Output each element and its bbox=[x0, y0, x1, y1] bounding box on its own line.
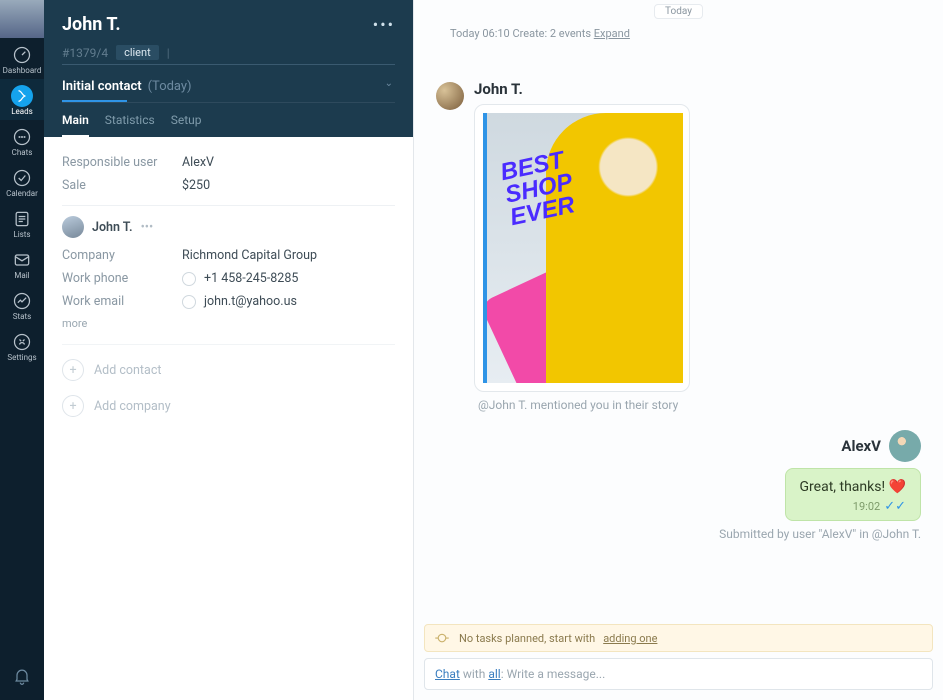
nav-dashboard[interactable]: Dashboard bbox=[0, 38, 44, 79]
nav-label: Stats bbox=[13, 312, 31, 321]
add-contact-label: Add contact bbox=[94, 363, 161, 378]
message-time: 19:02 bbox=[853, 500, 880, 513]
nav-lists[interactable]: Lists bbox=[0, 202, 44, 243]
add-task-link[interactable]: adding one bbox=[603, 632, 657, 645]
check-circle-icon bbox=[11, 167, 33, 189]
nav-label: Chats bbox=[12, 148, 33, 157]
field-label: Company bbox=[62, 248, 182, 263]
field-label: Responsible user bbox=[62, 155, 182, 170]
workspace-avatar[interactable] bbox=[0, 0, 44, 38]
nav-stats[interactable]: Stats bbox=[0, 284, 44, 325]
message-submitted-caption: Submitted by user "AlexV" in @John T. bbox=[719, 527, 921, 541]
field-label: Sale bbox=[62, 178, 182, 193]
mail-icon bbox=[11, 249, 33, 271]
contact-name[interactable]: John T. bbox=[92, 220, 133, 235]
responsible-user-value[interactable]: AlexV bbox=[182, 155, 214, 170]
nav-rail: Dashboard Leads Chats Calendar Lists Mai… bbox=[0, 0, 44, 700]
lead-id: #1379/4 bbox=[62, 46, 108, 60]
chat-icon bbox=[11, 126, 33, 148]
lead-detail-panel: John T. ••• #1379/4 client | Initial con… bbox=[44, 0, 414, 700]
composer-placeholder: : Write a message... bbox=[501, 667, 606, 681]
message-composer[interactable]: Chat with all: Write a message... bbox=[424, 658, 933, 690]
chat-date-separator: Today bbox=[414, 0, 943, 19]
lead-body: Responsible user AlexV Sale $250 John T.… bbox=[44, 137, 413, 431]
add-contact-button[interactable]: + Add contact bbox=[62, 344, 395, 381]
nav-label: Leads bbox=[11, 107, 33, 116]
contact-section: John T. ••• Company Richmond Capital Gro… bbox=[62, 205, 395, 330]
stage-when: (Today) bbox=[148, 79, 192, 94]
plus-icon: + bbox=[62, 395, 84, 417]
plus-icon: + bbox=[62, 359, 84, 381]
lead-name: John T. bbox=[62, 14, 121, 35]
field-label: Work email bbox=[62, 294, 182, 309]
sender-avatar[interactable] bbox=[436, 82, 464, 110]
story-caption: @John T. mentioned you in their story bbox=[478, 398, 921, 412]
email-action-icon[interactable] bbox=[182, 295, 196, 309]
leads-icon bbox=[11, 85, 33, 107]
story-attachment[interactable]: BESTSHOPEVER bbox=[474, 104, 690, 392]
add-company-label: Add company bbox=[94, 399, 171, 414]
contact-menu-button[interactable]: ••• bbox=[141, 220, 154, 235]
settings-icon bbox=[11, 331, 33, 353]
task-bar-text: No tasks planned, start with bbox=[459, 632, 595, 645]
list-icon bbox=[11, 208, 33, 230]
work-email-value[interactable]: john.t@yahoo.us bbox=[182, 294, 297, 309]
nav-chats[interactable]: Chats bbox=[0, 120, 44, 161]
composer-recipient-all[interactable]: all bbox=[488, 667, 500, 681]
nav-label: Settings bbox=[7, 353, 36, 362]
phone-action-icon[interactable] bbox=[182, 272, 196, 286]
nav-label: Lists bbox=[13, 230, 30, 239]
tab-main[interactable]: Main bbox=[62, 113, 89, 137]
company-value[interactable]: Richmond Capital Group bbox=[182, 248, 317, 263]
lead-menu-button[interactable]: ••• bbox=[373, 15, 395, 34]
task-icon bbox=[433, 629, 451, 647]
message-bubble[interactable]: Great, thanks! ❤️ 19:02 ✓✓ bbox=[785, 468, 921, 521]
lead-tag[interactable]: client bbox=[116, 45, 159, 60]
story-overlay-text: BESTSHOPEVER bbox=[499, 149, 580, 230]
nav-calendar[interactable]: Calendar bbox=[0, 161, 44, 202]
nav-label: Calendar bbox=[6, 189, 38, 198]
expand-events-link[interactable]: Expand bbox=[594, 27, 630, 40]
nav-leads[interactable]: Leads bbox=[0, 79, 44, 120]
bell-icon bbox=[12, 671, 32, 690]
sale-value[interactable]: $250 bbox=[182, 178, 210, 193]
composer-mode-chat[interactable]: Chat bbox=[435, 667, 460, 681]
chat-activity-meta: Today 06:10 Create: 2 events Expand bbox=[450, 27, 943, 40]
field-label: Work phone bbox=[62, 271, 182, 286]
read-receipt-icon: ✓✓ bbox=[884, 499, 906, 514]
chevron-down-icon[interactable]: ⌄ bbox=[385, 78, 395, 89]
today-pill: Today bbox=[654, 4, 703, 19]
nav-settings[interactable]: Settings bbox=[0, 325, 44, 366]
nav-label: Mail bbox=[14, 271, 29, 280]
lead-header: John T. ••• #1379/4 client | Initial con… bbox=[44, 0, 413, 137]
gauge-icon bbox=[11, 44, 33, 66]
chat-panel: Today Today 06:10 Create: 2 events Expan… bbox=[414, 0, 943, 700]
nav-label: Dashboard bbox=[3, 66, 42, 75]
nav-notifications[interactable] bbox=[12, 656, 32, 700]
nav-mail[interactable]: Mail bbox=[0, 243, 44, 284]
contact-avatar[interactable] bbox=[62, 216, 84, 238]
tab-setup[interactable]: Setup bbox=[171, 113, 202, 137]
work-phone-value[interactable]: +1 458-245-8285 bbox=[182, 271, 298, 286]
story-image: BESTSHOPEVER bbox=[483, 113, 683, 383]
chat-messages[interactable]: John T. BESTSHOPEVER @John T. mentioned … bbox=[414, 40, 943, 624]
lead-tabs: Main Statistics Setup bbox=[62, 113, 395, 137]
more-fields-link[interactable]: more bbox=[62, 317, 395, 330]
outgoing-message: AlexV Great, thanks! ❤️ 19:02 ✓✓ Submitt… bbox=[436, 430, 921, 541]
sender-avatar[interactable] bbox=[889, 430, 921, 462]
tag-cursor: | bbox=[167, 46, 170, 60]
message-text: Great, thanks! ❤️ bbox=[800, 479, 906, 495]
sender-name: AlexV bbox=[841, 437, 881, 455]
add-company-button[interactable]: + Add company bbox=[62, 395, 395, 417]
stage-label: Initial contact bbox=[62, 79, 142, 94]
incoming-message: John T. BESTSHOPEVER bbox=[436, 80, 921, 392]
stats-icon bbox=[11, 290, 33, 312]
sender-name: John T. bbox=[474, 80, 690, 98]
task-reminder-bar[interactable]: No tasks planned, start with adding one bbox=[424, 624, 933, 652]
tab-statistics[interactable]: Statistics bbox=[105, 113, 155, 137]
lead-stage-selector[interactable]: Initial contact (Today) bbox=[62, 79, 127, 102]
